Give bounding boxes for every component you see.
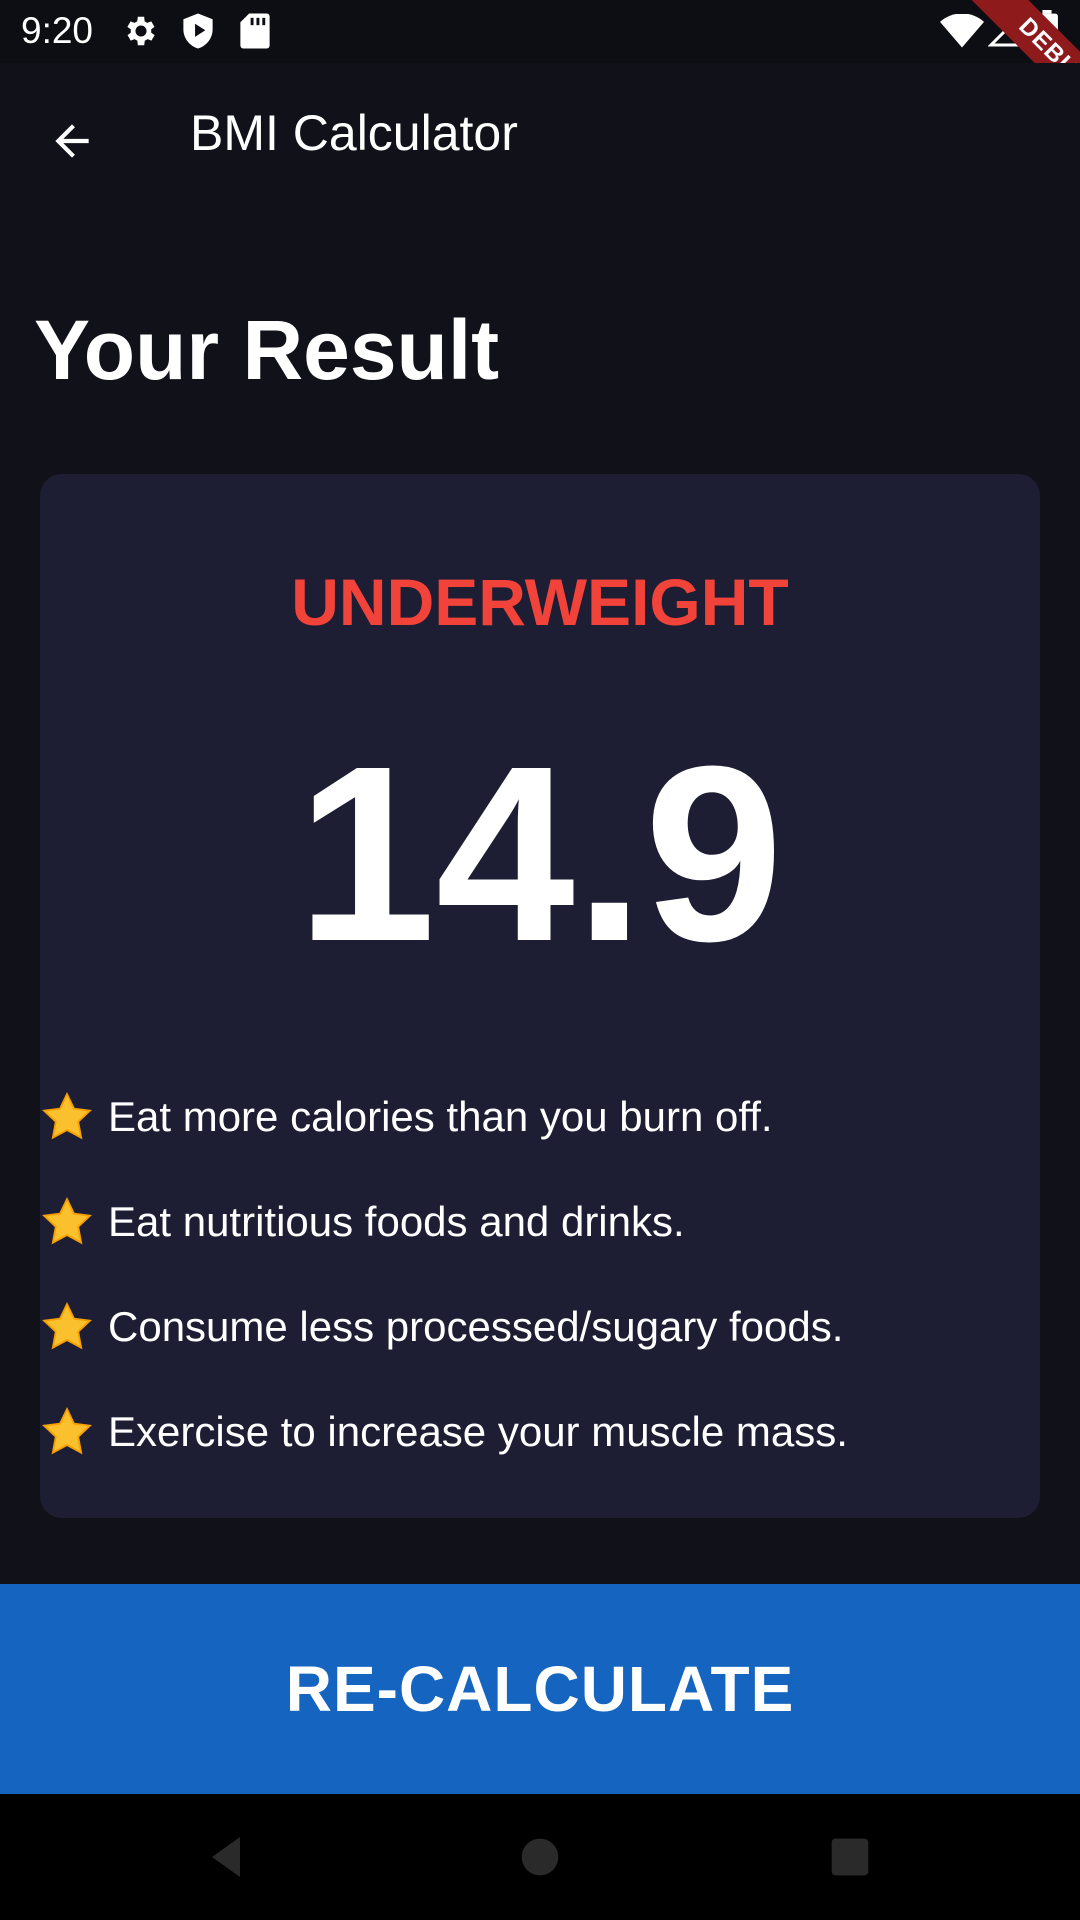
recalculate-button[interactable]: RE-CALCULATE bbox=[0, 1584, 1080, 1794]
battery-icon bbox=[1036, 10, 1058, 55]
star-icon bbox=[42, 1301, 92, 1349]
wifi-icon bbox=[940, 13, 984, 53]
nav-recents-icon bbox=[831, 1838, 869, 1876]
page-title: Your Result bbox=[34, 303, 500, 397]
star-icon bbox=[42, 1196, 92, 1244]
status-bar: 9:20 bbox=[0, 0, 1080, 63]
settings-icon bbox=[122, 12, 160, 55]
app-title: BMI Calculator bbox=[190, 105, 518, 161]
advice-item: Eat more calories than you burn off. bbox=[40, 1064, 1040, 1169]
star-icon bbox=[42, 1406, 92, 1454]
system-nav-bar bbox=[0, 1794, 1080, 1920]
app-bar: BMI Calculator bbox=[0, 63, 1080, 210]
advice-text: Eat more calories than you burn off. bbox=[108, 1092, 773, 1140]
arrow-back-icon bbox=[55, 124, 89, 158]
shield-icon bbox=[180, 12, 216, 55]
advice-item: Consume less processed/sugary foods. bbox=[40, 1274, 1040, 1379]
advice-text: Exercise to increase your muscle mass. bbox=[108, 1407, 848, 1455]
bmi-status-label: UNDERWEIGHT bbox=[291, 565, 789, 639]
advice-item: Exercise to increase your muscle mass. bbox=[40, 1379, 1040, 1484]
advice-text: Eat nutritious foods and drinks. bbox=[108, 1197, 685, 1245]
back-button[interactable] bbox=[36, 105, 108, 177]
nav-home-icon bbox=[521, 1838, 559, 1876]
nav-back-icon bbox=[212, 1837, 240, 1877]
result-card: UNDERWEIGHT 14.9 Eat more calories than … bbox=[40, 474, 1040, 1518]
nav-home-button[interactable] bbox=[500, 1824, 580, 1890]
advice-item: Eat nutritious foods and drinks. bbox=[40, 1169, 1040, 1274]
advice-text: Consume less processed/sugary foods. bbox=[108, 1302, 844, 1350]
star-icon bbox=[42, 1091, 92, 1139]
bmi-value: 14.9 bbox=[296, 714, 784, 993]
status-time: 9:20 bbox=[21, 10, 94, 51]
sd-card-icon bbox=[240, 12, 270, 55]
nav-back-button[interactable] bbox=[186, 1824, 266, 1890]
nav-recents-button[interactable] bbox=[810, 1824, 890, 1890]
advice-list: Eat more calories than you burn off. Eat… bbox=[40, 1064, 1040, 1484]
signal-icon bbox=[987, 11, 1024, 53]
